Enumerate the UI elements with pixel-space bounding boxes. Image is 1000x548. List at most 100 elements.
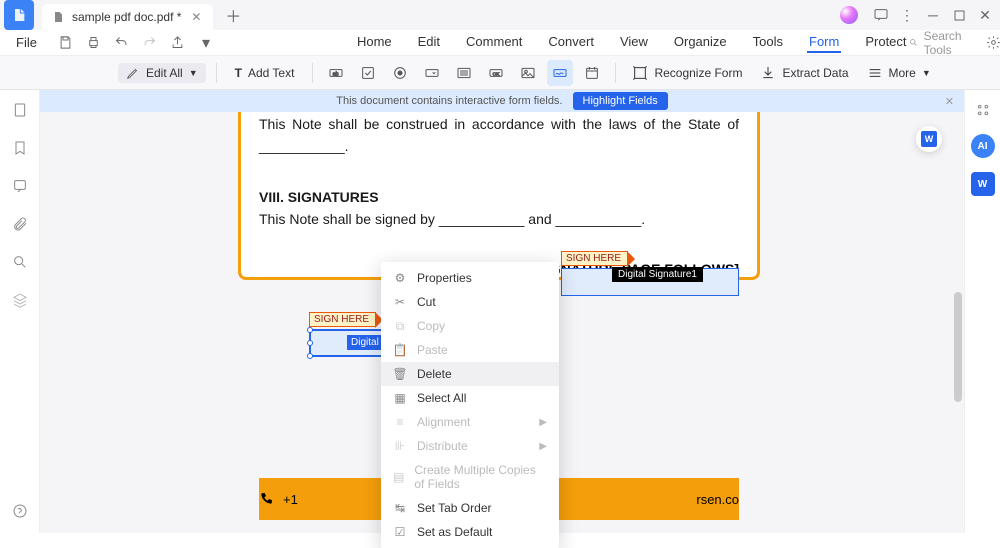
search-tools[interactable]: Search Tools <box>909 29 972 57</box>
paste-icon: 📋 <box>393 343 407 357</box>
search-panel-icon[interactable] <box>10 252 30 272</box>
right-sidebar: AI W <box>964 90 1000 533</box>
ctx-set-default[interactable]: ☑Set as Default <box>381 520 559 544</box>
app-icon[interactable] <box>4 0 34 30</box>
menu-home[interactable]: Home <box>355 32 394 53</box>
ctx-properties[interactable]: ⚙Properties <box>381 266 559 290</box>
save-icon[interactable] <box>57 34 75 52</box>
ctx-set-tab-order[interactable]: ↹Set Tab Order <box>381 496 559 520</box>
ctx-alignment: ≡Alignment▶ <box>381 410 559 434</box>
radio-field-icon[interactable] <box>387 60 413 86</box>
settings-icon[interactable] <box>986 34 1000 52</box>
ctx-delete[interactable]: 🗑Delete <box>381 362 559 386</box>
copy-icon: ⧉ <box>393 319 407 333</box>
new-tab-button[interactable]: ＋ <box>221 3 245 27</box>
edit-all-dropdown[interactable]: Edit All ▼ <box>118 63 206 83</box>
signature-field-2-selected[interactable]: SIGN HERE Digital S <box>309 309 385 357</box>
tab-title: sample pdf doc.pdf * <box>72 10 181 24</box>
align-icon: ≡ <box>393 415 407 429</box>
signature-field-icon[interactable] <box>547 60 573 86</box>
ctx-distribute: ⊪Distribute▶ <box>381 434 559 458</box>
share-icon[interactable] <box>169 34 187 52</box>
dropdown-field-icon[interactable] <box>419 60 445 86</box>
titlebar: sample pdf doc.pdf * ✕ ＋ ⋮ ─ ✕ <box>0 0 1000 30</box>
ctx-select-all[interactable]: ▦Select All <box>381 386 559 410</box>
menu-organize[interactable]: Organize <box>672 32 729 53</box>
undo-icon[interactable] <box>113 34 131 52</box>
tab-close-icon[interactable]: ✕ <box>189 10 203 24</box>
sign-here-tag: SIGN HERE <box>561 251 628 266</box>
extract-data-button[interactable]: Extract Data <box>754 65 854 81</box>
tools-panel-icon[interactable] <box>973 100 993 120</box>
menu-view[interactable]: View <box>618 32 650 53</box>
print-icon[interactable] <box>85 34 103 52</box>
search-icon <box>909 36 918 49</box>
help-icon[interactable] <box>10 501 30 521</box>
distribute-icon: ⊪ <box>393 439 407 453</box>
selection-handle[interactable] <box>307 327 313 333</box>
svg-text:ab: ab <box>333 71 339 77</box>
section-8-heading: VIII. SIGNATURES <box>259 186 739 208</box>
listbox-field-icon[interactable] <box>451 60 477 86</box>
ctx-create-copies: ▤Create Multiple Copies of Fields <box>381 458 559 496</box>
scroll-thumb[interactable] <box>954 292 962 402</box>
recognize-icon <box>632 65 648 81</box>
window-close-icon[interactable]: ✕ <box>974 4 996 26</box>
signature-field-1[interactable]: SIGN HERE Digital Signature1 <box>561 248 739 296</box>
selection-handle[interactable] <box>307 353 313 359</box>
hamburger-icon <box>867 65 883 81</box>
menu-form[interactable]: Form <box>807 32 841 53</box>
dropdown-chevron-icon[interactable]: ▾ <box>197 34 215 52</box>
word-export-icon[interactable]: W <box>971 172 995 196</box>
file-menu[interactable]: File <box>8 33 45 52</box>
date-field-icon[interactable] <box>579 60 605 86</box>
highlight-fields-button[interactable]: Highlight Fields <box>573 92 668 110</box>
menubar: File ▾ Home Edit Comment Convert View Or… <box>0 30 1000 56</box>
window-minimize-icon[interactable]: ─ <box>922 4 944 26</box>
sign-here-tag: SIGN HERE <box>309 312 376 327</box>
tab-order-icon: ↹ <box>393 501 407 515</box>
menu-comment[interactable]: Comment <box>464 32 524 53</box>
checkbox-icon: ☑ <box>393 525 407 539</box>
selection-handle[interactable] <box>307 340 313 346</box>
main-menus: Home Edit Comment Convert View Organize … <box>355 32 909 53</box>
checkbox-field-icon[interactable] <box>355 60 381 86</box>
ai-assistant-icon[interactable]: AI <box>971 134 995 158</box>
annotations-icon[interactable] <box>10 176 30 196</box>
svg-text:OK: OK <box>493 71 501 76</box>
vertical-scrollbar[interactable] <box>954 92 962 531</box>
notice-close-icon[interactable]: ✕ <box>945 95 954 108</box>
ctx-paste: 📋Paste <box>381 338 559 362</box>
ai-orb-icon[interactable] <box>840 6 858 24</box>
section-7-text: This Note shall be construed in accordan… <box>259 113 739 158</box>
recognize-form-button[interactable]: Recognize Form <box>626 65 748 81</box>
select-all-icon: ▦ <box>393 391 407 405</box>
context-menu: ⚙Properties ✂Cut ⧉Copy 📋Paste 🗑Delete ▦S… <box>381 262 559 548</box>
word-float-badge[interactable]: W <box>916 126 942 152</box>
thumbnails-icon[interactable] <box>10 100 30 120</box>
notice-text: This document contains interactive form … <box>336 95 562 107</box>
form-toolbar: Edit All ▼ T Add Text ab OK Recognize Fo… <box>0 56 1000 90</box>
bookmarks-icon[interactable] <box>10 138 30 158</box>
text-field-icon[interactable]: ab <box>323 60 349 86</box>
attachments-icon[interactable] <box>10 214 30 234</box>
form-notice-bar: This document contains interactive form … <box>40 90 964 112</box>
ctx-cut[interactable]: ✂Cut <box>381 290 559 314</box>
signature-field-label: Digital Signature1 <box>612 267 703 282</box>
document-tab[interactable]: sample pdf doc.pdf * ✕ <box>42 4 213 30</box>
menu-edit[interactable]: Edit <box>416 32 442 53</box>
grid-icon: ▤ <box>393 470 404 484</box>
menu-convert[interactable]: Convert <box>546 32 596 53</box>
comment-icon[interactable] <box>870 4 892 26</box>
window-maximize-icon[interactable] <box>948 4 970 26</box>
menu-tools[interactable]: Tools <box>751 32 785 53</box>
menu-protect[interactable]: Protect <box>863 32 908 53</box>
layers-icon[interactable] <box>10 290 30 310</box>
button-field-icon[interactable]: OK <box>483 60 509 86</box>
scissors-icon: ✂ <box>393 295 407 309</box>
redo-icon[interactable] <box>141 34 159 52</box>
add-text-button[interactable]: T Add Text <box>227 62 303 84</box>
image-field-icon[interactable] <box>515 60 541 86</box>
kebab-menu-icon[interactable]: ⋮ <box>896 4 918 26</box>
more-button[interactable]: More ▼ <box>861 65 937 81</box>
